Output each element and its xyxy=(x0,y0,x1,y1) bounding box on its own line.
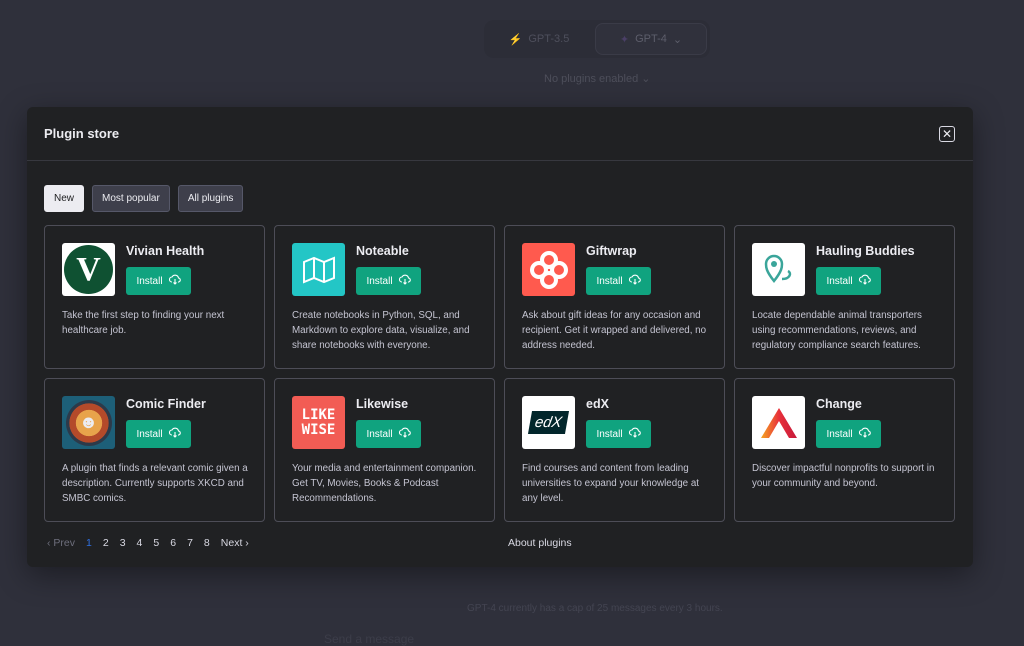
plugin-description: Discover impactful nonprofits to support… xyxy=(752,463,935,489)
cloud-download-icon xyxy=(628,274,641,288)
cloud-download-icon xyxy=(398,427,411,441)
plugin-grid: V Vivian Health Install Take the first s… xyxy=(44,225,955,522)
cloud-download-icon xyxy=(628,427,641,441)
lightning-icon: ⚡ xyxy=(508,33,523,46)
vivian-health-logo: V xyxy=(62,243,115,296)
page-8[interactable]: 8 xyxy=(204,537,210,549)
plugin-card-vivian-health: V Vivian Health Install Take the first s… xyxy=(44,225,265,369)
filter-most-popular[interactable]: Most popular xyxy=(92,185,170,212)
install-button[interactable]: Install xyxy=(356,267,421,295)
plugin-name: Giftwrap xyxy=(586,244,637,258)
close-icon: ✕ xyxy=(941,126,953,141)
page-7[interactable]: 7 xyxy=(187,537,193,549)
plugin-card-giftwrap: Giftwrap Install Ask about gift ideas fo… xyxy=(504,225,725,369)
plugin-description: Create notebooks in Python, SQL, and Mar… xyxy=(292,310,470,351)
plugin-description: Ask about gift ideas for any occasion an… xyxy=(522,310,707,351)
plugin-description: A plugin that finds a relevant comic giv… xyxy=(62,463,248,504)
filter-new[interactable]: New xyxy=(44,185,85,212)
model-gpt4[interactable]: ✦ GPT-4 ⌄ xyxy=(595,23,707,55)
model-selector: ⚡ GPT-3.5 ✦ GPT-4 ⌄ xyxy=(484,20,710,58)
edx-logo: edX xyxy=(522,396,575,449)
install-button[interactable]: Install xyxy=(126,267,191,295)
page-1[interactable]: 1 xyxy=(86,537,92,549)
prev-button[interactable]: ‹ Prev xyxy=(47,537,75,549)
plugin-description: Take the first step to finding your next… xyxy=(62,310,225,336)
page-3[interactable]: 3 xyxy=(120,537,126,549)
chevron-down-icon: ⌄ xyxy=(641,73,651,85)
plugin-name: Likewise xyxy=(356,397,409,411)
plugin-card-noteable: Noteable Install Create notebooks in Pyt… xyxy=(274,225,495,369)
plugin-name: edX xyxy=(586,397,609,411)
about-plugins-link[interactable]: About plugins xyxy=(508,537,572,549)
page-5[interactable]: 5 xyxy=(153,537,159,549)
install-button[interactable]: Install xyxy=(586,267,651,295)
install-button[interactable]: Install xyxy=(126,420,191,448)
plugin-card-change: Change Install Discover impactful nonpro… xyxy=(734,378,955,522)
pagination: ‹ Prev 1 2 3 4 5 6 7 8 Next › xyxy=(47,537,260,549)
cloud-download-icon xyxy=(858,274,871,288)
message-input[interactable]: Send a message xyxy=(324,632,414,646)
modal-header: Plugin store ✕ xyxy=(27,107,973,161)
chevron-down-icon: ⌄ xyxy=(672,33,683,46)
comic-finder-logo: ☻ xyxy=(62,396,115,449)
plugins-status[interactable]: No plugins enabled ⌄ xyxy=(544,72,650,85)
plugin-card-likewise: LIKE WISE Likewise Install Your media and… xyxy=(274,378,495,522)
plugin-card-edx: edX edX Install Find courses and content… xyxy=(504,378,725,522)
likewise-logo: LIKE WISE xyxy=(292,396,345,449)
page-2[interactable]: 2 xyxy=(103,537,109,549)
plugin-store-modal: Plugin store ✕ New Most popular All plug… xyxy=(27,107,973,567)
plugin-description: Locate dependable animal transporters us… xyxy=(752,310,922,351)
cloud-download-icon xyxy=(168,427,181,441)
close-button[interactable]: ✕ xyxy=(939,125,955,142)
install-button[interactable]: Install xyxy=(816,420,881,448)
install-button[interactable]: Install xyxy=(356,420,421,448)
page-4[interactable]: 4 xyxy=(137,537,143,549)
install-button[interactable]: Install xyxy=(816,267,881,295)
change-logo xyxy=(752,396,805,449)
puzzle-icon: ✦ xyxy=(619,33,630,46)
cap-notice: GPT-4 currently has a cap of 25 messages… xyxy=(467,603,723,614)
giftwrap-logo xyxy=(522,243,575,296)
noteable-logo xyxy=(292,243,345,296)
hauling-buddies-logo xyxy=(752,243,805,296)
filter-all-plugins[interactable]: All plugins xyxy=(177,185,244,212)
model-gpt35[interactable]: ⚡ GPT-3.5 xyxy=(487,23,591,55)
cloud-download-icon xyxy=(168,274,181,288)
plugin-card-hauling-buddies: Hauling Buddies Install Locate dependabl… xyxy=(734,225,955,369)
plugin-name: Noteable xyxy=(356,244,409,258)
cloud-download-icon xyxy=(398,274,411,288)
plugin-description: Find courses and content from leading un… xyxy=(522,463,699,504)
modal-title: Plugin store xyxy=(44,126,120,141)
install-button[interactable]: Install xyxy=(586,420,651,448)
plugin-name: Vivian Health xyxy=(126,244,205,258)
plugin-name: Hauling Buddies xyxy=(816,244,915,258)
plugin-description: Your media and entertainment companion. … xyxy=(292,463,477,504)
page-6[interactable]: 6 xyxy=(170,537,176,549)
filter-tabs: New Most popular All plugins xyxy=(44,185,244,212)
plugin-name: Comic Finder xyxy=(126,397,206,411)
plugin-name: Change xyxy=(816,397,862,411)
next-button[interactable]: Next › xyxy=(221,537,249,549)
plugin-card-comic-finder: ☻ Comic Finder Install A plugin that fin… xyxy=(44,378,265,522)
cloud-download-icon xyxy=(858,427,871,441)
